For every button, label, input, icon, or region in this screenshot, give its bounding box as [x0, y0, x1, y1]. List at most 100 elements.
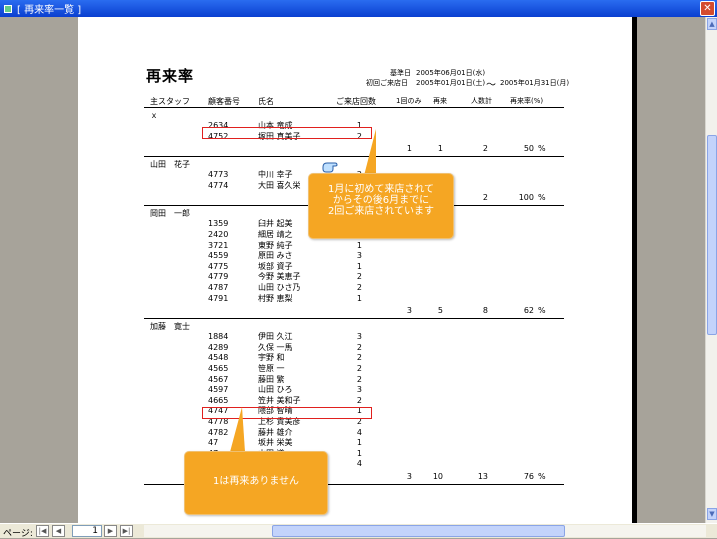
- col-name: 氏名: [258, 97, 274, 106]
- repeat-rate: 100: [518, 193, 534, 203]
- customer-id: 2420: [208, 230, 229, 239]
- percent-sign: %: [538, 472, 546, 481]
- base-date: 2005年06月01日(水): [416, 69, 486, 77]
- customer-id: 4289: [208, 342, 229, 352]
- visit-count: 2: [356, 364, 362, 373]
- first-visit-label: 初回ご来店日: [366, 79, 408, 87]
- visit-count: 1: [356, 438, 362, 448]
- customer-id: 4779: [208, 272, 229, 282]
- repeat-count: 10: [432, 472, 443, 481]
- total-count: 2: [482, 144, 488, 154]
- visit-count: 4: [356, 427, 362, 437]
- col-staff: 主スタッフ: [150, 97, 190, 106]
- customer-id: 4559: [208, 251, 229, 261]
- visit-count: 3: [356, 251, 362, 261]
- percent-sign: %: [538, 144, 546, 154]
- percent-sign: %: [538, 306, 546, 316]
- first-page-icon[interactable]: |◀: [36, 525, 49, 537]
- customer-name: 坂部 資子: [258, 261, 293, 271]
- repeat-rate: 62: [523, 306, 534, 316]
- visit-count: 3: [356, 385, 362, 395]
- horizontal-scroll-thumb[interactable]: [272, 525, 565, 537]
- once-count: 1: [406, 144, 412, 154]
- scroll-up-icon[interactable]: ▲: [707, 18, 717, 30]
- report-viewport: 再来率 基準日 2005年06月01日(水) 初回ご来店日 2005年01月01…: [0, 17, 705, 523]
- repeat-rate: 50: [523, 144, 534, 154]
- page-number-input[interactable]: 1: [72, 525, 102, 537]
- customer-id: 4548: [208, 353, 229, 363]
- customer-name: 中川 幸子: [258, 170, 293, 180]
- col-customer-id: 顧客番号: [208, 97, 240, 106]
- customer-name: 大田 喜久栄: [258, 180, 301, 190]
- customer-name: 山田 ひさ乃: [258, 283, 301, 292]
- window-title: [ 再来率一覧 ]: [17, 5, 82, 16]
- callout-no-repeat: 1は再来ありません: [184, 451, 328, 515]
- customer-name: 東野 純子: [258, 240, 293, 250]
- tilde: ～: [486, 80, 496, 91]
- col-rate: 再来率(%): [510, 97, 544, 105]
- customer-name: 久保 一馬: [258, 342, 293, 352]
- customer-name: 今野 美恵子: [258, 272, 301, 282]
- pointing-hand-icon: [321, 159, 339, 173]
- customer-id: 1359: [208, 219, 229, 229]
- visit-count: 2: [356, 353, 362, 363]
- customer-name: 笠井 美和子: [258, 395, 301, 405]
- customer-name: 藤田 繁: [258, 374, 285, 384]
- customer-id: 4565: [208, 364, 229, 373]
- customer-name: 山田 ひろ: [258, 385, 293, 395]
- customer-id: 4597: [208, 385, 229, 395]
- visit-count: 3: [356, 332, 362, 342]
- total-count: 2: [482, 193, 488, 203]
- vertical-scrollbar[interactable]: ▲ ▼: [705, 17, 717, 523]
- col-once: 1回のみ: [396, 97, 422, 105]
- col-visits: ご来店回数: [336, 97, 376, 106]
- report-page: 再来率 基準日 2005年06月01日(水) 初回ご来店日 2005年01月01…: [78, 17, 632, 523]
- customer-name: 臼井 起美: [258, 219, 293, 229]
- customer-id: 4773: [208, 170, 229, 180]
- first-visit-from: 2005年01月01日(土): [416, 79, 486, 87]
- customer-name: 笹原 一: [258, 364, 285, 373]
- vertical-scroll-thumb[interactable]: [707, 135, 717, 335]
- app-icon: [4, 4, 12, 13]
- close-button[interactable]: ✕: [700, 1, 715, 16]
- col-repeat: 再来: [433, 97, 447, 105]
- repeat-rate: 76: [523, 472, 534, 481]
- visit-count: 1: [356, 448, 362, 458]
- staff-name: 加藤 寛士: [150, 322, 190, 332]
- col-total: 人数計: [471, 97, 492, 105]
- customer-name: 宇野 和: [258, 353, 285, 363]
- repeat-count: 1: [437, 144, 443, 154]
- base-date-label: 基準日: [390, 69, 411, 77]
- customer-id: 4775: [208, 261, 229, 271]
- group-divider: [144, 318, 564, 320]
- customer-name: 坂井 栄美: [258, 438, 293, 448]
- visit-count: 2: [356, 342, 362, 352]
- once-count: 3: [406, 472, 412, 481]
- scroll-down-icon[interactable]: ▼: [707, 508, 717, 520]
- staff-name: 岡田 一郎: [150, 209, 190, 219]
- customer-id: 4787: [208, 283, 229, 292]
- total-count: 13: [477, 472, 488, 481]
- customer-name: 原田 みさ: [258, 251, 293, 261]
- next-page-icon[interactable]: ▶: [104, 525, 117, 537]
- once-count: 3: [406, 306, 412, 316]
- window-titlebar: [ 再来率一覧 ]: [0, 0, 717, 17]
- visit-count: 1: [356, 261, 362, 271]
- report-title: 再来率: [146, 67, 195, 85]
- prev-page-icon[interactable]: ◀: [52, 525, 65, 537]
- customer-name: 藤井 雄介: [258, 427, 293, 437]
- customer-id: 4791: [208, 293, 229, 303]
- percent-sign: %: [538, 193, 546, 203]
- repeat-count: 5: [437, 306, 443, 316]
- customer-name: 伊田 久江: [258, 332, 293, 342]
- visit-count: 2: [356, 272, 362, 282]
- last-page-icon[interactable]: ▶|: [120, 525, 133, 537]
- callout-first-visit: 1月に初めて来店されて からその後6月までに 2回ご来店されています: [308, 173, 454, 239]
- customer-id: 4774: [208, 180, 229, 190]
- visit-count: 2: [356, 395, 362, 405]
- visit-count: 4: [356, 459, 362, 469]
- horizontal-scrollbar[interactable]: [144, 525, 706, 537]
- visit-count: 1: [356, 293, 362, 303]
- customer-name: 村野 恵梨: [258, 293, 293, 303]
- first-visit-to: 2005年01月31日(月): [500, 79, 570, 87]
